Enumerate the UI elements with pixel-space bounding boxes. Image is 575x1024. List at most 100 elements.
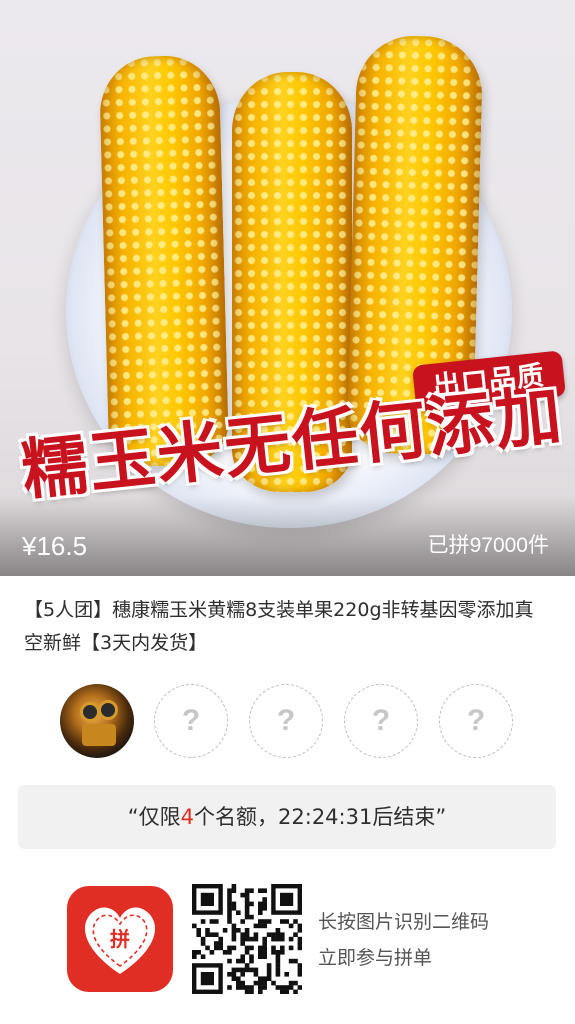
qr-module: [253, 932, 259, 937]
qr-module: [196, 932, 201, 937]
qr-module: [293, 989, 298, 994]
qr-module: [244, 892, 250, 898]
qr-module: [288, 945, 294, 951]
qr-module: [218, 945, 223, 951]
qr-finder: [280, 892, 294, 906]
qr-module: [240, 936, 245, 942]
qr-module: [293, 932, 298, 937]
qr-module: [262, 901, 267, 907]
countdown-prefix: “仅限: [127, 805, 181, 829]
qr-module: [222, 950, 228, 955]
qr-module: [227, 901, 232, 907]
qr-module: [293, 958, 298, 964]
qr-module: [227, 919, 232, 924]
qr-module: [231, 884, 237, 889]
qr-module: [244, 985, 250, 990]
qr-module: [244, 897, 250, 902]
qr-module: [244, 932, 250, 937]
qr-module: [297, 928, 302, 933]
qr-module: [280, 950, 285, 955]
qr-module: [258, 901, 263, 907]
qr-module: [249, 954, 254, 959]
qr-module: [266, 932, 272, 937]
qr-module: [297, 972, 302, 977]
qr-module: [236, 976, 241, 981]
qr-module: [266, 963, 272, 968]
qr-module: [262, 923, 267, 929]
qr-module: [249, 888, 254, 893]
qr-module: [192, 954, 197, 959]
qr-module: [227, 892, 232, 898]
qr-module: [262, 936, 267, 942]
qr-module: [231, 901, 237, 907]
qr-module: [280, 985, 285, 990]
qr-module: [280, 936, 285, 942]
qr-module: [275, 928, 281, 933]
qr-module: [262, 954, 267, 959]
qr-module: [297, 963, 302, 968]
qr-module: [271, 950, 276, 955]
qr-module: [288, 936, 294, 942]
qr-module: [258, 976, 263, 981]
qr-hint: 长按图片识别二维码 立即参与拼单: [318, 904, 489, 976]
qr-module: [222, 928, 228, 933]
app-logo-label: 拼: [110, 927, 130, 951]
qr-module: [236, 967, 241, 973]
qr-module: [253, 936, 259, 942]
pinduoduo-logo-icon: 拼: [67, 886, 173, 992]
qr-module: [262, 945, 267, 951]
qr-module: [240, 967, 245, 973]
qr-module: [236, 928, 241, 933]
qr-module: [297, 941, 302, 946]
qr-module: [231, 945, 237, 951]
qr-module: [249, 901, 254, 907]
qr-module: [262, 897, 267, 902]
qr-module: [231, 906, 237, 911]
qr-module: [258, 950, 263, 955]
qr-module: [258, 910, 263, 915]
product-image: 出口品质 糯玉米无任何添加 ¥16.5 已拼97000件: [0, 0, 575, 576]
qr-module: [275, 985, 281, 990]
qr-module: [271, 980, 276, 986]
qr-module: [271, 932, 276, 937]
qr-module: [200, 936, 206, 942]
qr-module: [244, 914, 250, 920]
robot-eye: [80, 702, 100, 722]
qr-module: [253, 923, 259, 929]
countdown-banner: “仅限4个名额，22:24:31后结束”: [18, 785, 556, 849]
qr-module: [240, 980, 245, 986]
qr-module: [214, 919, 219, 924]
qr-module: [288, 980, 294, 986]
qr-module: [262, 888, 267, 893]
qr-module: [240, 941, 245, 946]
qr-module: [258, 945, 263, 951]
qr-module: [214, 945, 219, 951]
qr-module: [209, 932, 215, 937]
qr-module: [231, 928, 237, 933]
qr-module: [227, 910, 232, 915]
qr-module: [240, 954, 245, 959]
qr-module: [227, 985, 232, 990]
qr-module: [227, 888, 232, 893]
qr-module: [266, 972, 272, 977]
product-title: 【5人团】穗康糯玉米黄糯8支装单果220g非转基因零添加真空新鲜【3天内发货】: [24, 599, 534, 654]
qr-module: [266, 919, 272, 924]
qr-module: [244, 967, 250, 973]
qr-module: [244, 901, 250, 907]
qr-module: [266, 976, 272, 981]
qr-module: [297, 967, 302, 973]
qr-module: [262, 906, 267, 911]
qr-module: [240, 985, 245, 990]
qr-module: [249, 967, 254, 973]
qr-module: [196, 928, 201, 933]
qr-code-icon[interactable]: [192, 884, 302, 994]
qr-module: [196, 950, 201, 955]
qr-module: [205, 945, 210, 951]
group-price: ¥16.5: [22, 531, 88, 561]
qr-module: [262, 919, 267, 924]
qr-module: [297, 945, 302, 951]
qr-module: [236, 910, 241, 915]
qr-module: [231, 936, 237, 942]
qr-module: [209, 950, 215, 955]
qr-module: [275, 963, 281, 968]
